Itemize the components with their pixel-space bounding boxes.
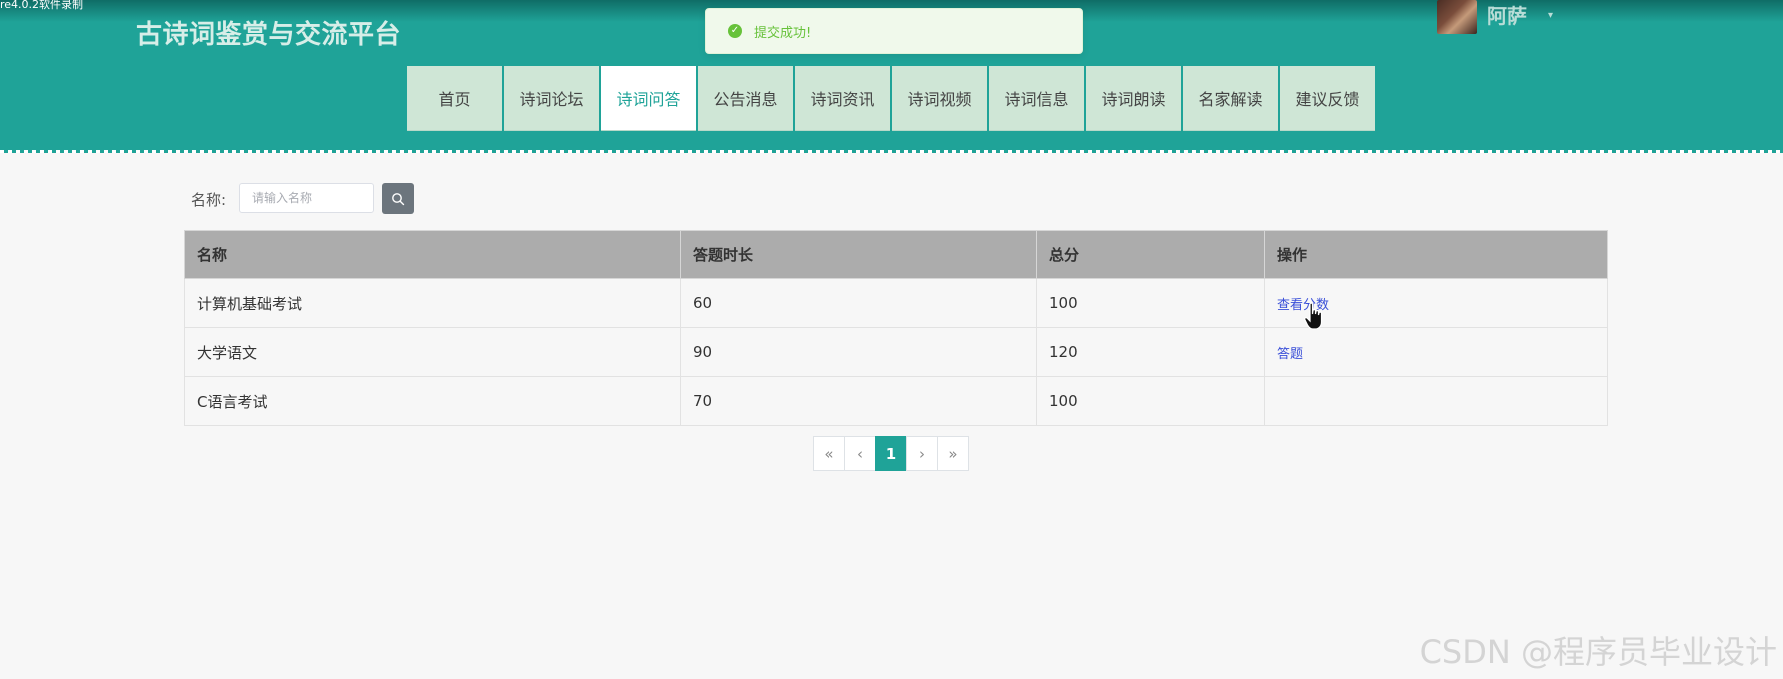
nav-item-notices[interactable]: 公告消息	[698, 66, 793, 131]
cell-duration: 70	[680, 376, 1037, 426]
search-label: 名称:	[191, 191, 227, 209]
cell-score: 100	[1036, 376, 1265, 426]
table-row: 计算机基础考试 60 100 查看分数	[184, 278, 1608, 328]
last-page-button[interactable]: »	[937, 436, 969, 471]
cell-duration: 60	[680, 278, 1037, 328]
csdn-watermark: CSDN @程序员毕业设计	[1419, 633, 1777, 671]
first-page-button[interactable]: «	[813, 436, 845, 471]
check-circle-icon: ✓	[728, 24, 742, 38]
nav-item-expert-reading[interactable]: 名家解读	[1183, 66, 1278, 131]
cell-score: 120	[1036, 327, 1265, 377]
exam-table: 名称 答题时长 总分 操作 计算机基础考试 60 100 查看分数 大学语文 9…	[184, 230, 1608, 426]
cell-action: 答题	[1264, 327, 1608, 377]
site-title: 古诗词鉴赏与交流平台	[136, 20, 402, 50]
table-header-row: 名称 答题时长 总分 操作	[184, 230, 1608, 279]
pagination: « ‹ 1 › »	[813, 436, 969, 471]
chevron-down-icon[interactable]: ▾	[1548, 10, 1553, 21]
search-button[interactable]	[382, 183, 414, 214]
table-row: 大学语文 90 120 答题	[184, 327, 1608, 377]
column-header-score: 总分	[1036, 230, 1265, 279]
nav-item-home[interactable]: 首页	[407, 66, 502, 131]
cell-name: 计算机基础考试	[184, 278, 681, 328]
cell-name: 大学语文	[184, 327, 681, 377]
nav-item-recitation[interactable]: 诗词朗读	[1086, 66, 1181, 131]
next-page-button[interactable]: ›	[906, 436, 938, 471]
current-page-button[interactable]: 1	[875, 436, 907, 471]
prev-page-button[interactable]: ‹	[844, 436, 876, 471]
app-root: re4.0.2软件录制 古诗词鉴赏与交流平台 阿萨 ▾ 首页 诗词论坛 诗词问答…	[0, 0, 1783, 679]
toast-message: 提交成功!	[754, 25, 812, 41]
column-header-duration: 答题时长	[680, 230, 1037, 279]
column-header-action: 操作	[1264, 230, 1608, 279]
nav-item-poem-info[interactable]: 诗词信息	[989, 66, 1084, 131]
cell-duration: 90	[680, 327, 1037, 377]
nav-item-news[interactable]: 诗词资讯	[795, 66, 890, 131]
nav-item-feedback[interactable]: 建议反馈	[1280, 66, 1375, 131]
search-icon	[392, 192, 405, 205]
cell-score: 100	[1036, 278, 1265, 328]
nav-item-qa[interactable]: 诗词问答	[601, 66, 696, 131]
main-nav: 首页 诗词论坛 诗词问答 公告消息 诗词资讯 诗词视频 诗词信息 诗词朗读 名家…	[407, 66, 1375, 131]
nav-item-videos[interactable]: 诗词视频	[892, 66, 987, 131]
cell-name: C语言考试	[184, 376, 681, 426]
user-name[interactable]: 阿萨	[1487, 0, 1527, 29]
success-toast: ✓ 提交成功!	[705, 8, 1083, 54]
column-header-name: 名称	[184, 230, 681, 279]
hand-pointer-icon	[1304, 302, 1323, 330]
table-row: C语言考试 70 100	[184, 376, 1608, 426]
nav-item-forum[interactable]: 诗词论坛	[504, 66, 599, 131]
recorder-watermark: re4.0.2软件录制	[0, 0, 84, 11]
search-input[interactable]	[239, 183, 374, 213]
answer-link[interactable]: 答题	[1277, 347, 1303, 362]
cell-action	[1264, 376, 1608, 426]
user-avatar[interactable]	[1437, 0, 1477, 34]
